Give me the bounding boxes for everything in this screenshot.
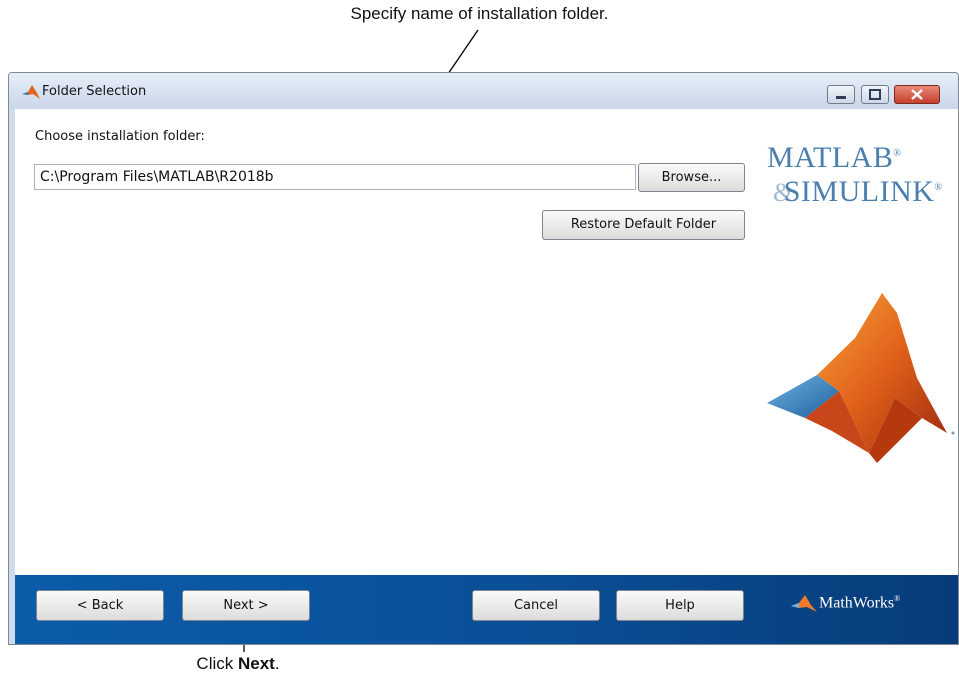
annotation-bottom-prefix: Click	[196, 654, 238, 673]
minimize-icon	[836, 96, 846, 99]
minimize-button[interactable]	[827, 85, 855, 104]
close-icon	[911, 89, 923, 100]
installation-folder-input[interactable]	[34, 164, 636, 190]
mathworks-brand-text: MathWorks	[819, 594, 895, 612]
maximize-button[interactable]	[861, 85, 889, 104]
window-title: Folder Selection	[42, 84, 147, 99]
close-button[interactable]	[894, 85, 940, 104]
annotation-bottom: Click Next.	[0, 654, 476, 674]
browse-button[interactable]: Browse...	[638, 163, 745, 192]
annotation-top: Specify name of installation folder.	[350, 4, 609, 23]
title-bar[interactable]: Folder Selection	[9, 73, 958, 109]
logo-matlab-text: MATLAB	[767, 141, 894, 174]
logo-simulink-text: SIMULINK	[783, 175, 935, 208]
maximize-icon	[869, 89, 881, 100]
annotation-bottom-bold: Next	[237, 654, 275, 673]
mathworks-registered-mark: ®	[894, 594, 901, 603]
cancel-button[interactable]: Cancel	[472, 590, 600, 621]
matlab-membrane-logo	[767, 293, 955, 463]
folder-label: Choose installation folder:	[35, 129, 205, 144]
restore-default-folder-button[interactable]: Restore Default Folder	[542, 210, 745, 240]
logo-registered-mark: ®	[893, 148, 902, 159]
content-panel: Choose installation folder: Browse... Re…	[15, 109, 958, 575]
mathworks-membrane-icon	[791, 594, 817, 612]
help-button[interactable]: Help	[616, 590, 744, 621]
back-button[interactable]: < Back	[36, 590, 164, 621]
mathworks-logo: MathWorks®	[791, 594, 900, 613]
next-button[interactable]: Next >	[182, 590, 310, 621]
annotation-bottom-suffix: .	[274, 654, 280, 673]
matlab-membrane-icon	[22, 85, 40, 99]
footer-bar: < Back Next > Cancel Help MathWorks®	[15, 575, 958, 644]
matlab-simulink-logo: MATLAB® &SIMULINK®	[767, 139, 943, 208]
installer-window: Folder Selection Choose installation fol…	[8, 72, 959, 645]
logo-registered-mark-2: ®	[934, 182, 943, 193]
